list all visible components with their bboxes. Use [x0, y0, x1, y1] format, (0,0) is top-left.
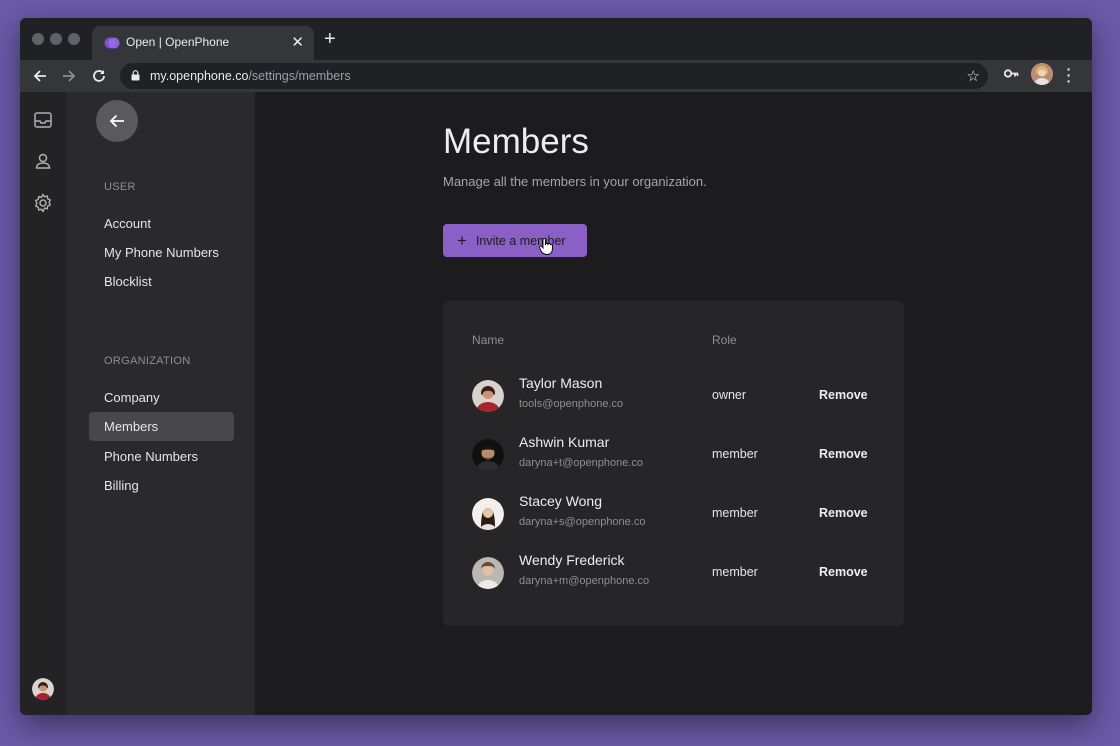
- address-bar[interactable]: my.openphone.co/settings/members ☆: [120, 63, 988, 89]
- more-vert-icon[interactable]: · · ·: [1064, 62, 1074, 88]
- page-title: Members: [443, 122, 589, 161]
- hand-cursor-icon: [539, 238, 553, 255]
- back-arrow-icon[interactable]: [29, 65, 51, 87]
- close-window-button[interactable]: [32, 33, 44, 45]
- sidebar-item-billing[interactable]: Billing: [89, 471, 234, 500]
- sidebar-item-phone-numbers[interactable]: Phone Numbers: [89, 442, 234, 471]
- invite-member-button[interactable]: + Invite a member: [443, 224, 587, 257]
- remove-member-button[interactable]: Remove: [819, 447, 868, 461]
- remove-member-button[interactable]: Remove: [819, 388, 868, 402]
- arrow-left-icon: [109, 114, 124, 128]
- avatar: [472, 557, 504, 589]
- key-icon[interactable]: [1004, 69, 1019, 78]
- url-host: my.openphone.co: [150, 69, 249, 83]
- sidebar-item-blocklist[interactable]: Blocklist: [89, 267, 234, 296]
- members-table: Name Role Taylor Mason tools@openphone.c…: [443, 301, 904, 626]
- sidebar-item-company[interactable]: Company: [89, 383, 234, 412]
- column-header-name: Name: [472, 333, 505, 347]
- browser-window: Open | OpenPhone ✕ + my.openphone.co/set…: [20, 18, 1092, 715]
- column-header-role: Role: [712, 333, 737, 347]
- browser-toolbar: my.openphone.co/settings/members ☆ · · ·: [20, 60, 1092, 92]
- avatar: [472, 498, 504, 530]
- forward-arrow-icon[interactable]: [58, 65, 80, 87]
- url-text: my.openphone.co/settings/members: [150, 69, 351, 83]
- browser-tab[interactable]: Open | OpenPhone ✕: [92, 26, 314, 60]
- sidebar-item-account[interactable]: Account: [89, 209, 234, 238]
- settings-icon[interactable]: [32, 192, 54, 214]
- contacts-icon[interactable]: [32, 150, 54, 172]
- inbox-icon[interactable]: [32, 109, 54, 131]
- profile-avatar[interactable]: [1031, 63, 1053, 85]
- member-name: Wendy Frederick: [519, 552, 625, 568]
- remove-member-button[interactable]: Remove: [819, 506, 868, 520]
- sidebar-item-members[interactable]: Members: [89, 412, 234, 441]
- member-email: daryna+t@openphone.co: [519, 457, 644, 469]
- settings-sidebar: USER Account My Phone Numbers Blocklist …: [66, 92, 255, 715]
- table-row: Ashwin Kumar daryna+t@openphone.co membe…: [443, 426, 904, 485]
- user-avatar[interactable]: [32, 678, 54, 700]
- avatar: [472, 439, 504, 471]
- member-email: daryna+s@openphone.co: [519, 516, 646, 528]
- member-role[interactable]: owner: [712, 388, 746, 402]
- member-role[interactable]: member: [712, 447, 758, 461]
- maximize-window-button[interactable]: [68, 33, 80, 45]
- table-row: Stacey Wong daryna+s@openphone.co member…: [443, 485, 904, 544]
- app-content: USER Account My Phone Numbers Blocklist …: [20, 92, 1092, 715]
- bookmark-star-icon[interactable]: ☆: [967, 67, 980, 85]
- table-row: Taylor Mason tools@openphone.co owner Re…: [443, 367, 904, 426]
- reload-icon[interactable]: [88, 65, 110, 87]
- remove-member-button[interactable]: Remove: [819, 565, 868, 579]
- minimize-window-button[interactable]: [50, 33, 62, 45]
- icon-rail: [20, 92, 66, 715]
- member-role[interactable]: member: [712, 506, 758, 520]
- openphone-favicon-icon: [104, 37, 120, 49]
- member-email: daryna+m@openphone.co: [519, 575, 650, 587]
- page-subtitle: Manage all the members in your organizat…: [443, 174, 707, 189]
- tab-title: Open | OpenPhone: [126, 35, 230, 49]
- section-label-organization: ORGANIZATION: [104, 355, 191, 367]
- new-tab-icon[interactable]: +: [324, 28, 336, 51]
- member-email: tools@openphone.co: [519, 398, 624, 410]
- tab-close-icon[interactable]: ✕: [291, 33, 304, 51]
- section-label-user: USER: [104, 181, 136, 193]
- tab-strip: Open | OpenPhone ✕ +: [20, 18, 1092, 60]
- member-role[interactable]: member: [712, 565, 758, 579]
- lock-icon: [131, 70, 140, 81]
- member-name: Taylor Mason: [519, 375, 603, 391]
- avatar: [472, 380, 504, 412]
- back-button[interactable]: [96, 100, 138, 142]
- member-name: Stacey Wong: [519, 493, 603, 509]
- member-name: Ashwin Kumar: [519, 434, 610, 450]
- plus-icon: +: [457, 231, 467, 250]
- main-panel: Members Manage all the members in your o…: [255, 92, 1092, 715]
- sidebar-item-my-phone-numbers[interactable]: My Phone Numbers: [89, 238, 234, 267]
- table-row: Wendy Frederick daryna+m@openphone.co me…: [443, 544, 904, 603]
- url-path: /settings/members: [248, 69, 351, 83]
